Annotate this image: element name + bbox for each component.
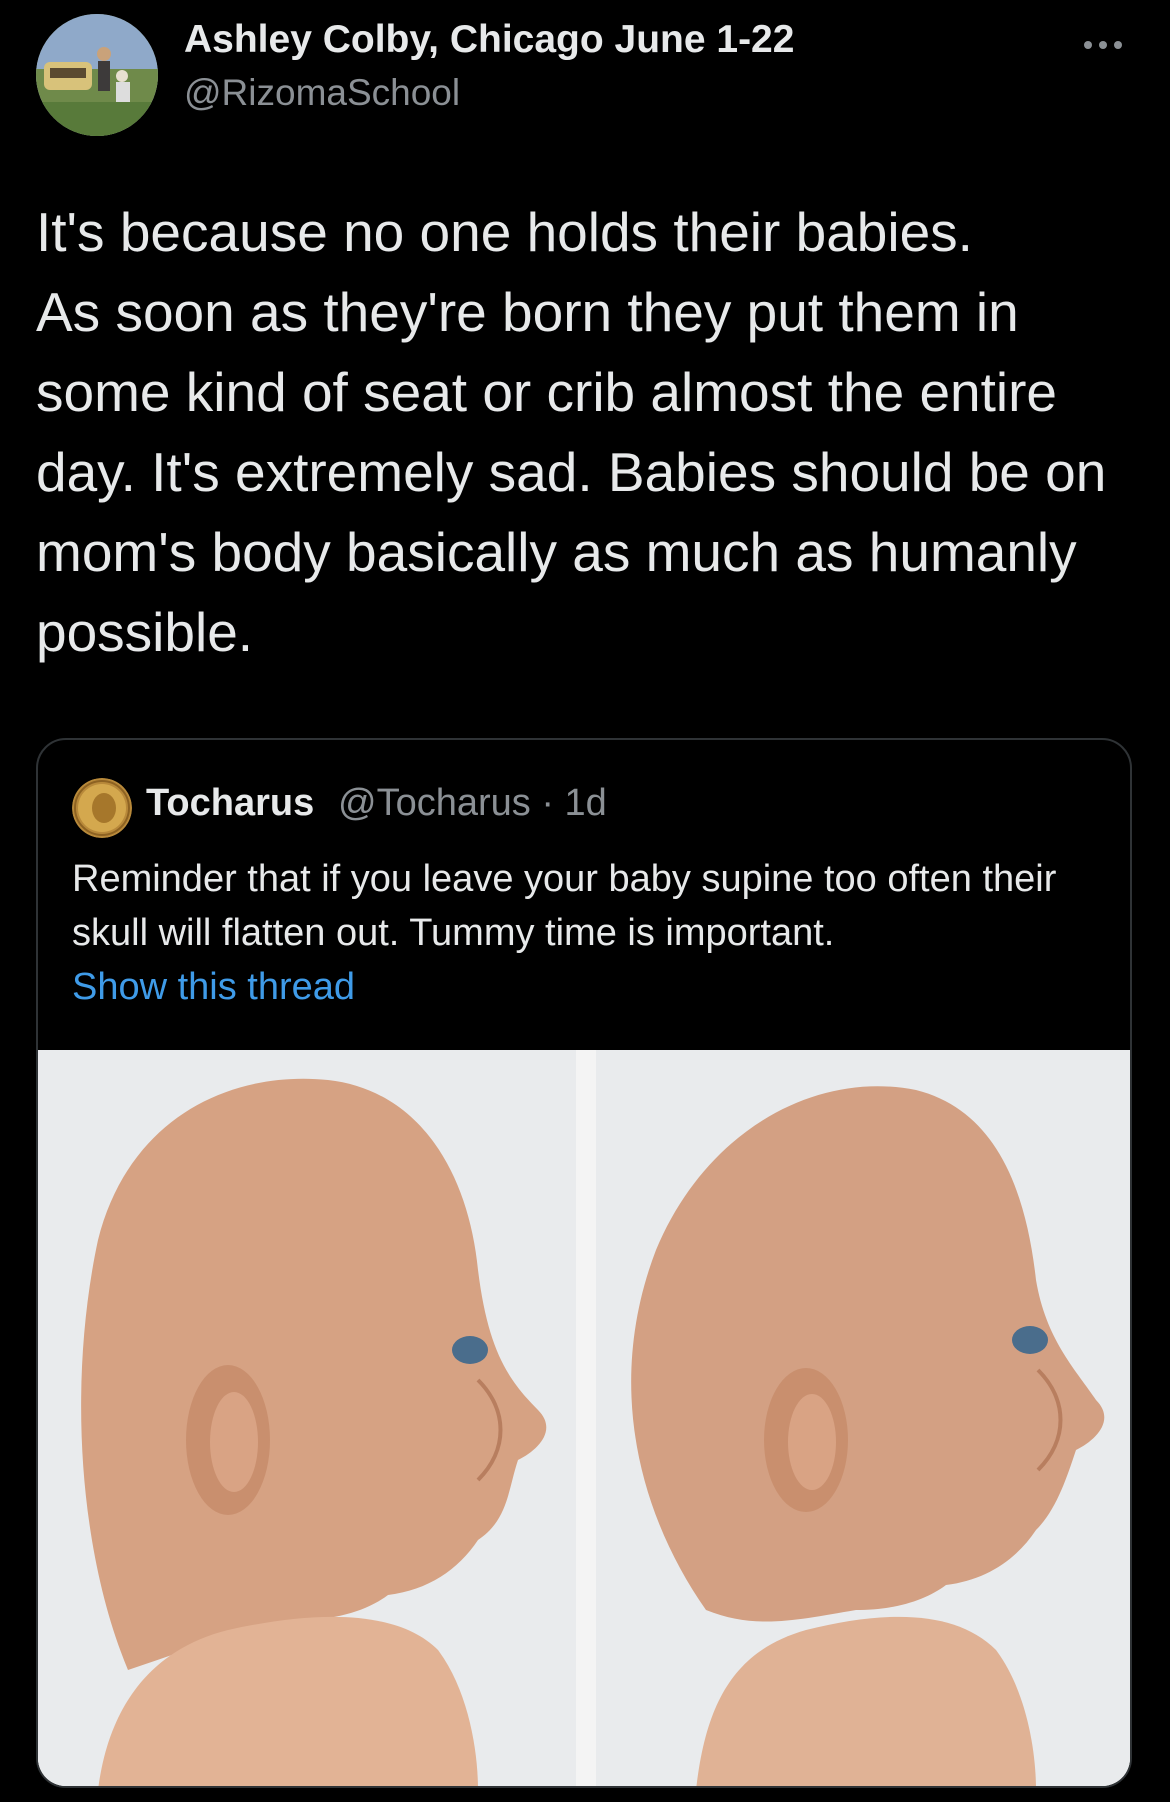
author-avatar[interactable] [36,14,158,136]
ellipsis-icon [1084,41,1122,49]
baby-photo-flat-head[interactable] [38,1050,576,1786]
author-handle[interactable]: @RizomaSchool [184,72,460,114]
quoted-author-avatar[interactable] [72,778,132,838]
more-options-button[interactable] [1080,30,1130,60]
author-name[interactable]: Ashley Colby, Chicago June 1-22 [184,18,794,62]
quoted-author-meta: @Tocharus · 1d [338,782,607,824]
quoted-author-name[interactable]: Tocharus [146,782,314,825]
baby-photo-round-head[interactable] [596,1050,1130,1786]
quoted-tweet-text: Reminder that if you leave your baby sup… [72,858,1057,954]
tweet-text: It's because no one holds their babies. … [36,201,1107,663]
show-thread-link[interactable]: Show this thread [72,966,355,1009]
quoted-media[interactable] [38,1050,1130,1786]
quoted-tweet[interactable]: Tocharus @Tocharus · 1d Reminder that if… [36,738,1132,1788]
